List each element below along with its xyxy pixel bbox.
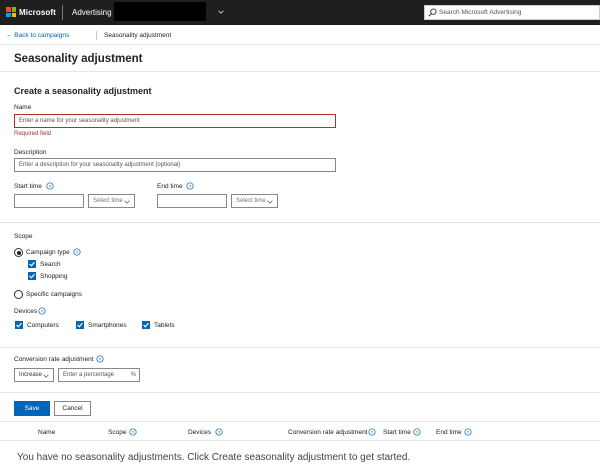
breadcrumb-current: Seasonality adjustment bbox=[104, 32, 172, 39]
start-date-input[interactable] bbox=[14, 194, 84, 208]
end-date-input[interactable] bbox=[157, 194, 227, 208]
form-section-title: Create a seasonality adjustment bbox=[14, 86, 152, 96]
percentage-input[interactable]: Enter a percentage % bbox=[58, 368, 140, 382]
top-nav-bar: Microsoft Advertising Search Microsoft A… bbox=[0, 0, 600, 25]
percentage-placeholder: Enter a percentage bbox=[63, 372, 115, 378]
device-tablets-label: Tablets bbox=[154, 322, 175, 329]
search-input[interactable]: Search Microsoft Advertising bbox=[424, 5, 600, 20]
help-icon[interactable]: ? bbox=[215, 428, 223, 436]
device-smartphones-label: Smartphones bbox=[88, 322, 127, 329]
campaign-type-search-label: Search bbox=[40, 261, 61, 268]
column-header-end-time[interactable]: End time bbox=[436, 429, 462, 436]
svg-text:?: ? bbox=[99, 357, 102, 363]
column-header-start-time[interactable]: Start time bbox=[383, 429, 411, 436]
specific-campaigns-radio[interactable] bbox=[14, 290, 23, 299]
search-icon bbox=[428, 8, 437, 17]
help-icon[interactable]: ? bbox=[38, 307, 46, 315]
tablets-checkbox[interactable] bbox=[142, 321, 150, 329]
end-time-label: End time bbox=[157, 183, 183, 190]
column-header-devices[interactable]: Devices bbox=[188, 429, 211, 436]
column-header-scope[interactable]: Scope bbox=[108, 429, 126, 436]
scope-label: Scope bbox=[14, 233, 33, 240]
description-placeholder: Enter a description for your seasonality… bbox=[19, 162, 181, 168]
section-divider bbox=[0, 347, 600, 348]
start-time-label: Start time bbox=[14, 183, 42, 190]
svg-text:?: ? bbox=[218, 430, 221, 436]
campaign-type-shopping-label: Shopping bbox=[40, 273, 68, 280]
start-time-select[interactable]: Select time bbox=[88, 194, 135, 208]
header-divider bbox=[62, 5, 63, 20]
chevron-down-icon[interactable] bbox=[218, 9, 224, 15]
campaign-type-label: Campaign type bbox=[26, 249, 70, 256]
table-header-border bbox=[0, 440, 600, 441]
save-button[interactable]: Save bbox=[14, 401, 50, 416]
name-error: Required field bbox=[14, 131, 52, 137]
adjustment-direction-value: Increase bbox=[19, 372, 43, 378]
conversion-rate-adjustment-label: Conversion rate adjustment bbox=[14, 356, 94, 363]
product-name[interactable]: Advertising bbox=[72, 8, 112, 17]
svg-text:?: ? bbox=[76, 250, 79, 256]
breadcrumb-divider bbox=[96, 31, 97, 40]
specific-campaigns-label: Specific campaigns bbox=[26, 291, 82, 298]
shopping-checkbox[interactable] bbox=[28, 272, 36, 280]
device-computers-label: Computers bbox=[27, 322, 59, 329]
svg-text:?: ? bbox=[467, 430, 470, 436]
name-label: Name bbox=[14, 104, 32, 111]
chevron-down-icon bbox=[267, 200, 273, 204]
help-icon[interactable]: ? bbox=[464, 428, 472, 436]
checkmark-icon bbox=[16, 322, 22, 328]
name-placeholder: Enter a name for your seasonality adjust… bbox=[19, 118, 140, 124]
table-top-border bbox=[0, 421, 600, 422]
svg-text:?: ? bbox=[41, 309, 44, 315]
section-divider bbox=[0, 222, 600, 223]
column-header-conversion-rate-adjustment[interactable]: Conversion rate adjustment bbox=[288, 429, 368, 436]
cancel-button[interactable]: Cancel bbox=[54, 401, 91, 416]
svg-text:?: ? bbox=[132, 430, 135, 436]
empty-table-message: You have no seasonality adjustments. Cli… bbox=[17, 452, 411, 463]
breadcrumb: ← Back to campaigns Seasonality adjustme… bbox=[0, 25, 600, 45]
column-header-name[interactable]: Name bbox=[38, 429, 55, 436]
section-divider bbox=[0, 392, 600, 393]
end-time-select[interactable]: Select time bbox=[231, 194, 278, 208]
description-input[interactable]: Enter a description for your seasonality… bbox=[14, 158, 336, 172]
computers-checkbox[interactable] bbox=[15, 321, 23, 329]
brand-name: Microsoft bbox=[19, 7, 56, 17]
svg-text:?: ? bbox=[189, 184, 192, 190]
microsoft-logo-icon bbox=[6, 7, 16, 17]
start-time-select-value: Select time bbox=[93, 198, 123, 204]
devices-label: Devices bbox=[14, 308, 38, 315]
checkmark-icon bbox=[29, 273, 35, 279]
help-icon[interactable]: ? bbox=[413, 428, 421, 436]
end-time-select-value: Select time bbox=[236, 198, 266, 204]
title-divider bbox=[0, 71, 600, 72]
page-title: Seasonality adjustment bbox=[14, 53, 143, 65]
search-placeholder: Search Microsoft Advertising bbox=[439, 9, 522, 16]
help-icon[interactable]: ? bbox=[368, 428, 376, 436]
help-icon[interactable]: ? bbox=[186, 182, 194, 190]
chevron-down-icon bbox=[124, 200, 130, 204]
campaign-type-radio[interactable] bbox=[14, 248, 23, 257]
name-input[interactable]: Enter a name for your seasonality adjust… bbox=[14, 114, 336, 128]
checkmark-icon bbox=[143, 322, 149, 328]
checkmark-icon bbox=[29, 261, 35, 267]
help-icon[interactable]: ? bbox=[46, 182, 54, 190]
search-checkbox[interactable] bbox=[28, 260, 36, 268]
svg-text:?: ? bbox=[371, 430, 374, 436]
back-to-campaigns-link[interactable]: ← Back to campaigns bbox=[6, 32, 69, 39]
adjustment-direction-select[interactable]: Increase bbox=[14, 368, 54, 382]
checkmark-icon bbox=[77, 322, 83, 328]
percent-suffix: % bbox=[130, 372, 136, 378]
svg-text:?: ? bbox=[49, 184, 52, 190]
smartphones-checkbox[interactable] bbox=[76, 321, 84, 329]
svg-text:?: ? bbox=[416, 430, 419, 436]
help-icon[interactable]: ? bbox=[96, 355, 104, 363]
chevron-down-icon bbox=[43, 374, 49, 378]
help-icon[interactable]: ? bbox=[73, 248, 81, 256]
help-icon[interactable]: ? bbox=[129, 428, 137, 436]
microsoft-logo[interactable]: Microsoft bbox=[6, 7, 56, 17]
description-label: Description bbox=[14, 149, 47, 156]
account-selector-redacted[interactable] bbox=[114, 2, 206, 21]
